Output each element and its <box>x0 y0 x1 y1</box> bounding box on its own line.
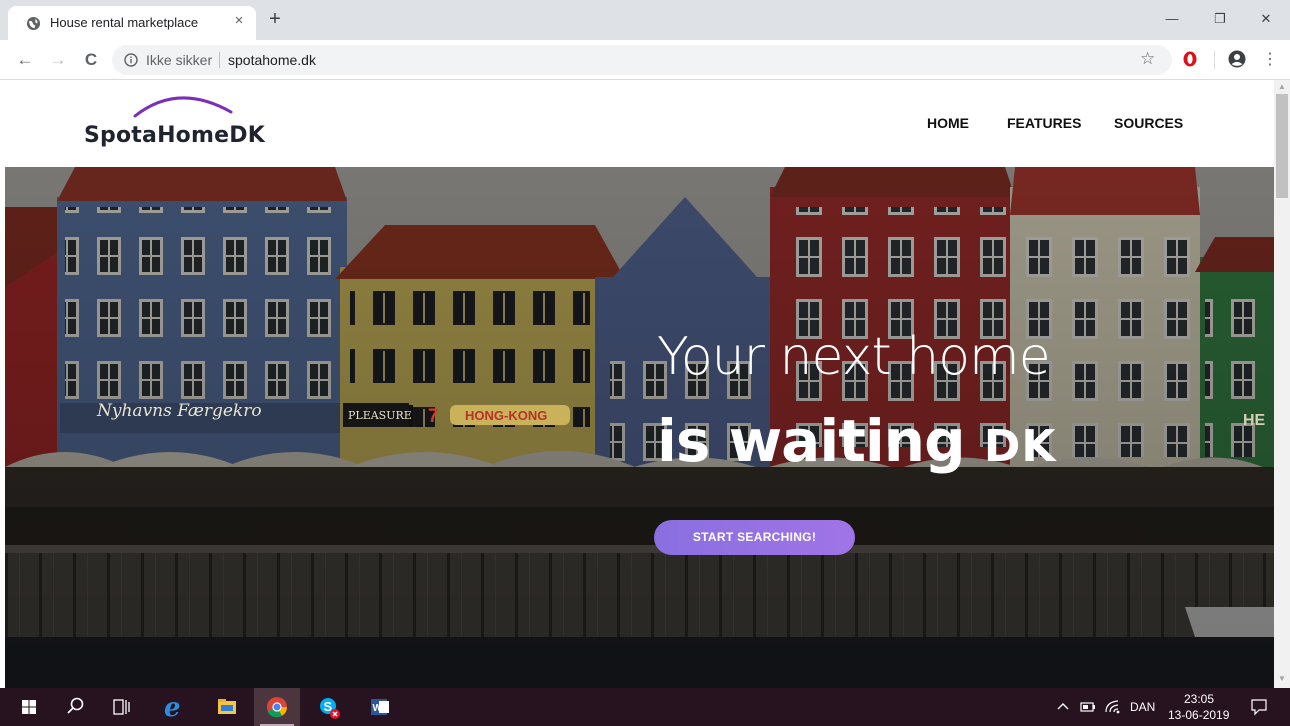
hero-heading-line1: Your next home <box>657 327 1051 387</box>
browser-menu-icon[interactable]: ⋮ <box>1262 50 1278 70</box>
taskbar-skype[interactable]: S <box>306 688 352 726</box>
tray-chevron-up-icon[interactable] <box>1056 700 1070 714</box>
page-viewport: SpotaHomeDK HOME FEATURES SOURCES Nyhavn… <box>0 80 1290 688</box>
close-tab-icon[interactable]: × <box>230 12 248 30</box>
taskbar-word[interactable]: W <box>356 688 402 726</box>
opera-extension-icon[interactable] <box>1182 51 1198 67</box>
search-button[interactable] <box>52 688 98 726</box>
chrome-icon <box>267 697 288 718</box>
taskbar-file-explorer[interactable] <box>204 688 250 726</box>
nav-sources[interactable]: SOURCES <box>1114 115 1183 131</box>
security-label: Ikke sikker <box>146 52 213 68</box>
logo-roof-icon <box>133 96 233 118</box>
info-icon[interactable] <box>124 53 138 67</box>
site-header: SpotaHomeDK HOME FEATURES SOURCES <box>0 80 1274 167</box>
start-button[interactable] <box>6 688 52 726</box>
hero-heading-suffix: DK <box>983 421 1057 472</box>
screen: House rental marketplace × + — ❐ ✕ ← → C… <box>0 0 1290 726</box>
minimize-button[interactable]: — <box>1150 6 1194 32</box>
sign-he: HE <box>1243 412 1266 429</box>
windows-logo-icon <box>22 700 36 714</box>
taskbar-chrome[interactable] <box>254 688 300 726</box>
browser-toolbar: ← → C Ikke sikker spotahome.dk ☆ <box>0 40 1290 80</box>
scroll-down-arrow-icon[interactable]: ▼ <box>1274 672 1290 686</box>
reload-button[interactable]: C <box>80 49 102 71</box>
url-text[interactable]: spotahome.dk <box>228 52 316 68</box>
new-tab-button[interactable]: + <box>264 8 286 30</box>
scroll-up-arrow-icon[interactable]: ▲ <box>1274 80 1290 94</box>
search-icon <box>67 697 84 714</box>
svg-text:e: e <box>164 693 181 723</box>
tab-title: House rental marketplace <box>50 15 199 30</box>
folder-icon <box>218 699 236 714</box>
page-scrollbar[interactable]: ▲ ▼ <box>1274 80 1290 688</box>
svg-text:W: W <box>373 703 383 714</box>
restore-button[interactable]: ❐ <box>1198 6 1242 32</box>
close-window-button[interactable]: ✕ <box>1244 6 1288 32</box>
sign-restaurant: Nyhavns Færgekro <box>96 401 262 421</box>
start-searching-button[interactable]: START SEARCHING! <box>654 520 855 555</box>
forward-button[interactable]: → <box>47 49 69 71</box>
notifications-icon[interactable] <box>1250 698 1268 716</box>
wifi-icon[interactable] <box>1104 698 1120 716</box>
nav-home[interactable]: HOME <box>927 115 969 131</box>
toolbar-separator <box>1214 51 1215 69</box>
hero-section: Nyhavns Færgekro PLEASURE 7 HONG-KONG HE… <box>5 167 1274 688</box>
account-icon[interactable] <box>1228 50 1246 68</box>
clock-time[interactable]: 23:05 <box>1184 692 1214 706</box>
globe-icon <box>26 16 41 31</box>
scroll-thumb[interactable] <box>1276 94 1288 198</box>
hero-heading-line2: is waiting DK <box>657 407 1056 475</box>
internet-explorer-icon: e <box>164 693 181 723</box>
back-button[interactable]: ← <box>14 49 36 71</box>
browser-tab[interactable]: House rental marketplace × <box>8 6 256 40</box>
bookmark-star-icon[interactable]: ☆ <box>1140 49 1155 69</box>
sign-seven: 7 <box>428 406 439 427</box>
hero-heading-main: is waiting <box>657 407 966 475</box>
browser-tabstrip: House rental marketplace × + — ❐ ✕ <box>0 0 1290 40</box>
task-view-icon <box>113 699 130 715</box>
address-bar[interactable]: Ikke sikker spotahome.dk ☆ <box>112 45 1172 75</box>
task-view-button[interactable] <box>98 688 144 726</box>
hero-background-image: Nyhavns Færgekro PLEASURE 7 HONG-KONG HE <box>5 167 1274 688</box>
language-indicator[interactable]: DAN <box>1130 700 1155 714</box>
battery-icon[interactable] <box>1080 700 1096 714</box>
nav-features[interactable]: FEATURES <box>1007 115 1081 131</box>
word-icon: W <box>371 699 389 715</box>
sign-pleasure: PLEASURE <box>348 409 412 422</box>
taskbar-edge[interactable]: e <box>152 688 198 726</box>
site-logo[interactable]: SpotaHomeDK <box>84 123 265 148</box>
sign-hongkong: HONG-KONG <box>465 408 547 423</box>
address-separator <box>219 52 220 68</box>
clock-date[interactable]: 13-06-2019 <box>1168 708 1229 722</box>
windows-taskbar: e S W DAN 23:05 13-06-2019 <box>0 688 1290 726</box>
skype-icon: S <box>320 698 340 719</box>
